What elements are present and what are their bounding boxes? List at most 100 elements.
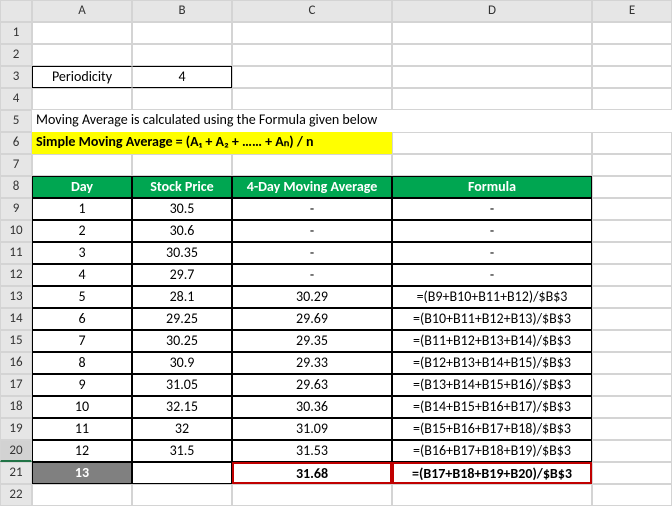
cell[interactable] <box>392 132 592 154</box>
cell[interactable] <box>232 66 392 88</box>
row-header[interactable]: 10 <box>0 220 32 242</box>
row-header[interactable]: 14 <box>0 308 32 330</box>
row-header[interactable]: 9 <box>0 198 32 220</box>
row-header-selected[interactable]: 20 <box>0 440 32 462</box>
cell-formula[interactable]: =(B14+B15+B16+B17)/$B$3 <box>392 396 592 418</box>
cell-formula[interactable]: =(B13+B14+B15+B16)/$B$3 <box>392 374 592 396</box>
cell-price[interactable]: 32.15 <box>132 396 232 418</box>
cell-ma[interactable]: - <box>232 264 392 286</box>
cell[interactable] <box>32 22 132 44</box>
cell[interactable] <box>592 22 672 44</box>
cell[interactable] <box>392 484 592 506</box>
cell-day[interactable]: 5 <box>32 286 132 308</box>
row-header[interactable]: 4 <box>0 88 32 110</box>
last-formula-highlight[interactable]: =(B17+B18+B19+B20)/$B$3 <box>392 462 592 484</box>
cell-formula[interactable]: =(B15+B16+B17+B18)/$B$3 <box>392 418 592 440</box>
cell-formula[interactable]: - <box>392 198 592 220</box>
periodicity-label[interactable]: Periodicity <box>32 66 132 88</box>
table-header-ma[interactable]: 4-Day Moving Average <box>232 176 392 198</box>
cell[interactable] <box>132 484 232 506</box>
table-header-formula[interactable]: Formula <box>392 176 592 198</box>
cell[interactable] <box>392 44 592 66</box>
cell[interactable] <box>592 286 672 308</box>
col-header-D[interactable]: D <box>392 0 592 22</box>
row-header[interactable]: 16 <box>0 352 32 374</box>
cell[interactable] <box>232 154 392 176</box>
cell-formula[interactable]: - <box>392 220 592 242</box>
cell[interactable] <box>592 484 672 506</box>
cell[interactable] <box>592 220 672 242</box>
table-header-price[interactable]: Stock Price <box>132 176 232 198</box>
row-header[interactable]: 13 <box>0 286 32 308</box>
cell[interactable] <box>232 22 392 44</box>
cell[interactable] <box>132 44 232 66</box>
cell[interactable] <box>232 88 392 110</box>
cell[interactable] <box>232 484 392 506</box>
col-header-A[interactable]: A <box>32 0 132 22</box>
cell-price[interactable]: 31.5 <box>132 440 232 462</box>
cell[interactable] <box>592 418 672 440</box>
cell-ma[interactable]: 31.53 <box>232 440 392 462</box>
cell-day[interactable]: 11 <box>32 418 132 440</box>
cell-day[interactable]: 8 <box>32 352 132 374</box>
cell-ma[interactable]: 31.09 <box>232 418 392 440</box>
cell[interactable] <box>392 154 592 176</box>
table-header-day[interactable]: Day <box>32 176 132 198</box>
cell-formula[interactable]: =(B11+B12+B13+B14)/$B$3 <box>392 330 592 352</box>
cell-ma[interactable]: 30.36 <box>232 396 392 418</box>
cell[interactable] <box>592 44 672 66</box>
row-header[interactable]: 18 <box>0 396 32 418</box>
last-ma-highlight[interactable]: 31.68 <box>232 462 392 484</box>
row-header[interactable]: 15 <box>0 330 32 352</box>
col-header-C[interactable]: C <box>232 0 392 22</box>
cell-ma[interactable]: 29.63 <box>232 374 392 396</box>
cell[interactable] <box>592 198 672 220</box>
cell-day[interactable]: 1 <box>32 198 132 220</box>
cell[interactable] <box>32 88 132 110</box>
cell[interactable] <box>592 374 672 396</box>
cell-formula[interactable]: =(B9+B10+B11+B12)/$B$3 <box>392 286 592 308</box>
cell-price[interactable]: 31.05 <box>132 374 232 396</box>
cell-price[interactable]: 28.1 <box>132 286 232 308</box>
cell-price[interactable]: 30.25 <box>132 330 232 352</box>
cell-ma[interactable]: - <box>232 242 392 264</box>
cell-ma[interactable]: 29.35 <box>232 330 392 352</box>
select-all-corner[interactable] <box>0 0 32 22</box>
row-header[interactable]: 11 <box>0 242 32 264</box>
cell[interactable] <box>592 462 672 484</box>
cell-formula[interactable]: - <box>392 242 592 264</box>
cell[interactable] <box>592 440 672 462</box>
last-price-cell[interactable] <box>132 462 232 484</box>
cell-formula[interactable]: =(B10+B11+B12+B13)/$B$3 <box>392 308 592 330</box>
row-header[interactable]: 6 <box>0 132 32 154</box>
cell-price[interactable]: 29.25 <box>132 308 232 330</box>
cell-ma[interactable]: - <box>232 220 392 242</box>
cell[interactable] <box>592 352 672 374</box>
periodicity-value[interactable]: 4 <box>132 66 232 88</box>
cell-formula[interactable]: =(B12+B13+B14+B15)/$B$3 <box>392 352 592 374</box>
row-header[interactable]: 12 <box>0 264 32 286</box>
cell[interactable] <box>592 88 672 110</box>
cell-day[interactable]: 4 <box>32 264 132 286</box>
cell[interactable] <box>592 176 672 198</box>
cell-price[interactable]: 30.6 <box>132 220 232 242</box>
note-text[interactable]: Moving Average is calculated using the F… <box>32 110 672 132</box>
last-day-cell[interactable]: 13 <box>32 462 132 484</box>
cell-price[interactable]: 30.35 <box>132 242 232 264</box>
cell[interactable] <box>592 264 672 286</box>
cell[interactable] <box>592 242 672 264</box>
cell-day[interactable]: 12 <box>32 440 132 462</box>
row-header[interactable]: 3 <box>0 66 32 88</box>
cell-formula[interactable]: - <box>392 264 592 286</box>
row-header[interactable]: 21 <box>0 462 32 484</box>
col-header-B[interactable]: B <box>132 0 232 22</box>
cell-price[interactable]: 30.5 <box>132 198 232 220</box>
cell-day[interactable]: 2 <box>32 220 132 242</box>
cell-day[interactable]: 9 <box>32 374 132 396</box>
row-header[interactable]: 2 <box>0 44 32 66</box>
cell-day[interactable]: 10 <box>32 396 132 418</box>
row-header[interactable]: 19 <box>0 418 32 440</box>
cell-day[interactable]: 6 <box>32 308 132 330</box>
row-header[interactable]: 5 <box>0 110 32 132</box>
cell-day[interactable]: 7 <box>32 330 132 352</box>
